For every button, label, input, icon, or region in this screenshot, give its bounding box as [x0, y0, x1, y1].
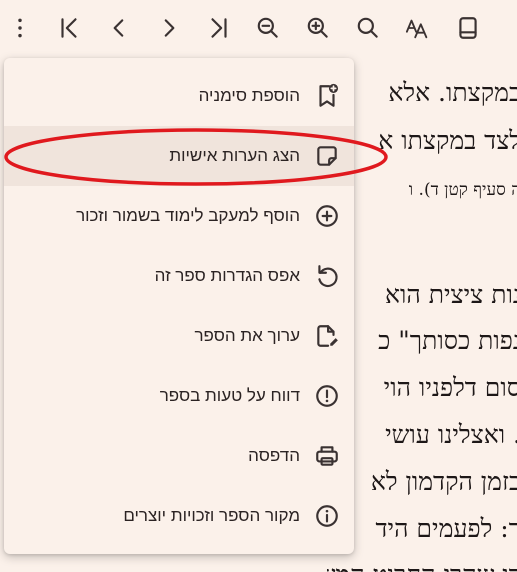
book-text: במקצתו. אלא לצד במקצתו א ה סעיף קטן ד). … — [327, 56, 517, 572]
reset-icon — [314, 263, 340, 289]
search-icon[interactable] — [352, 12, 384, 44]
zoom-in-icon[interactable] — [302, 12, 334, 44]
menu-item-source-and-copyright[interactable]: מקור הספר וזכויות יוצרים — [4, 486, 354, 546]
bookmark-add-icon — [314, 83, 340, 109]
book-line: במקצתו. אלא — [388, 78, 517, 107]
next-page-icon[interactable] — [153, 12, 185, 44]
zoom-out-icon[interactable] — [252, 12, 284, 44]
book-line: לצד במקצתו א — [378, 126, 517, 155]
book-options-menu: הוספת סימניה הצג הערות אישיות הוסף למעקב… — [4, 58, 354, 554]
menu-item-reset-book-settings[interactable]: אפס הגדרות ספר זה — [4, 246, 354, 306]
more-vertical-icon[interactable] — [4, 12, 36, 44]
menu-item-edit-book[interactable]: ערוך את הספר — [4, 306, 354, 366]
book-line: נפות כסותך" כ — [378, 326, 517, 355]
book-line: ר: לפעמים היד — [375, 514, 517, 543]
menu-item-add-study-tracking[interactable]: הוסף למעקב לימוד בשמור וזכור — [4, 186, 354, 246]
plus-circle-icon — [314, 203, 340, 229]
alert-circle-icon — [314, 383, 340, 409]
previous-page-icon[interactable] — [103, 12, 135, 44]
font-settings-icon[interactable] — [402, 12, 434, 44]
sticky-note-icon — [314, 143, 340, 169]
menu-item-label: דווח על טעות בספר — [159, 386, 300, 405]
edit-document-icon — [314, 323, 340, 349]
toolbar — [0, 0, 517, 56]
menu-item-label: הוספת סימניה — [198, 86, 300, 105]
first-page-icon[interactable] — [53, 12, 85, 44]
book-line: ה סעיף קטן ד). ו — [408, 180, 517, 200]
book-line: רו שהרי החרוט המשפט לאחד השנה — [327, 560, 517, 572]
menu-item-add-bookmark[interactable]: הוספת סימניה — [4, 66, 354, 126]
menu-item-label: ערוך את הספר — [194, 326, 300, 345]
book-line: . ואצלינו עושי — [385, 420, 517, 449]
last-page-icon[interactable] — [203, 12, 235, 44]
printer-icon — [314, 443, 340, 469]
menu-item-label: מקור הספר וזכויות יוצרים — [123, 506, 300, 525]
menu-item-report-error[interactable]: דווח על טעות בספר — [4, 366, 354, 426]
info-circle-icon — [314, 503, 340, 529]
menu-item-label: אפס הגדרות ספר זה — [154, 266, 300, 285]
book-line: בזמן הקדמון לא — [370, 467, 517, 496]
book-line: סום דלפניו הוי — [383, 373, 517, 402]
menu-item-label: הצג הערות אישיות — [169, 146, 300, 165]
menu-item-show-personal-notes[interactable]: הצג הערות אישיות — [4, 126, 354, 186]
menu-item-label: הוסף למעקב לימוד בשמור וזכור — [76, 206, 300, 225]
book-line: נות ציצית הוא — [385, 280, 517, 309]
menu-item-label: הדפסה — [248, 446, 300, 465]
tablet-view-icon[interactable] — [452, 12, 484, 44]
menu-item-print[interactable]: הדפסה — [4, 426, 354, 486]
